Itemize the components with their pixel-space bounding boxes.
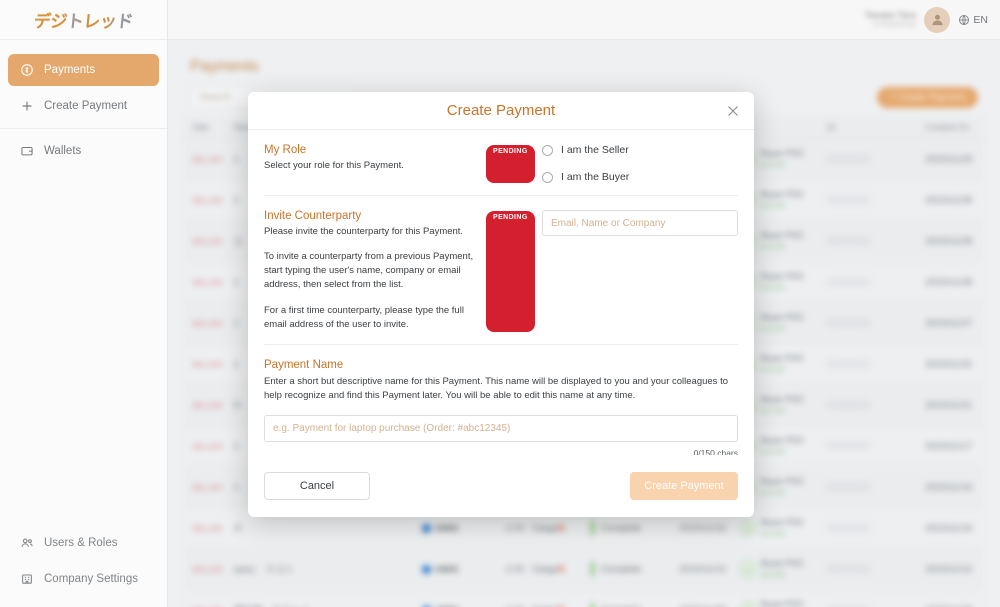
status-badge: PENDING (486, 211, 535, 333)
invite-text: Invite Counterparty Please invite the co… (264, 210, 486, 332)
radio-circle-icon (542, 144, 553, 156)
my-role-text: My Role Select your role for this Paymen… (264, 144, 486, 183)
char-counter: 0/150 chars (693, 447, 738, 455)
create-payment-modal: Create Payment My Role Select your role … (248, 92, 754, 517)
modal-body: My Role Select your role for this Paymen… (248, 130, 754, 455)
cancel-button[interactable]: Cancel (264, 472, 370, 500)
radio-circle-icon (542, 171, 553, 183)
invite-para-2: For a first time counterparty, please ty… (264, 304, 464, 330)
section-my-role: My Role Select your role for this Paymen… (264, 130, 738, 196)
status-badge: PENDING (486, 145, 535, 183)
radio-buyer-label: I am the Buyer (561, 171, 630, 183)
payment-name-desc: Enter a short but descriptive name for t… (264, 376, 728, 401)
payment-name-title: Payment Name (264, 359, 344, 372)
invite-title: Invite Counterparty (264, 210, 362, 222)
app-root: デジトレッド Payments Create Payment Wallets U… (0, 0, 1000, 607)
invite-para-1: To invite a counterparty from a previous… (264, 250, 474, 291)
close-icon[interactable] (724, 102, 742, 120)
radio-seller[interactable]: I am the Seller (542, 144, 738, 156)
payment-name-input[interactable] (264, 414, 738, 442)
invite-field-wrap (542, 210, 738, 332)
my-role-desc: Select your role for this Payment. (264, 160, 404, 171)
modal-header: Create Payment (248, 92, 754, 130)
section-payment-name: Payment Name Enter a short but descripti… (264, 345, 738, 455)
radio-seller-label: I am the Seller (561, 144, 629, 156)
invite-badge-wrap: PENDING (486, 210, 542, 333)
my-role-title: My Role (264, 144, 307, 156)
modal-title: Create Payment (446, 102, 556, 119)
my-role-badge-wrap: PENDING (486, 144, 542, 183)
invite-desc: Please invite the counterparty for this … (264, 226, 464, 237)
my-role-options: I am the Seller I am the Buyer (542, 144, 738, 183)
counterparty-input[interactable] (542, 210, 738, 236)
section-invite-counterparty: Invite Counterparty Please invite the co… (264, 196, 738, 346)
radio-buyer[interactable]: I am the Buyer (542, 171, 738, 183)
modal-footer: Cancel Create Payment (248, 455, 754, 517)
submit-create-payment-button[interactable]: Create Payment (630, 472, 738, 500)
